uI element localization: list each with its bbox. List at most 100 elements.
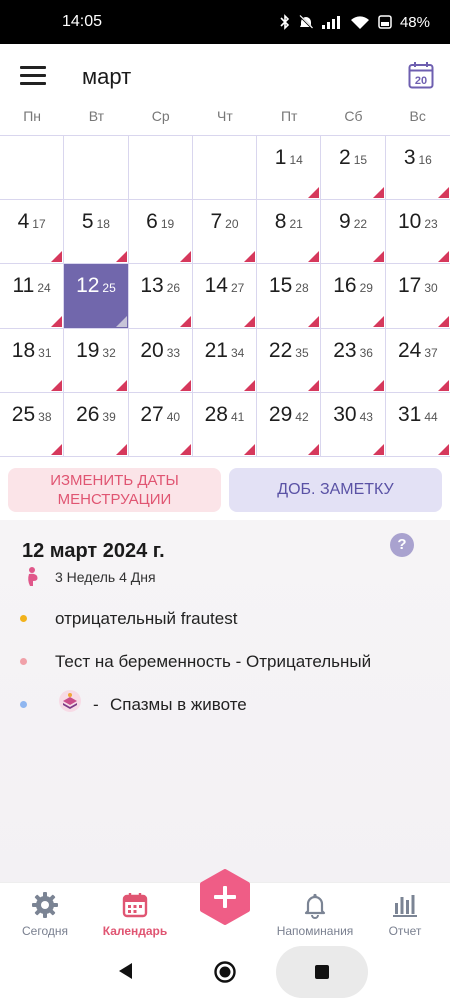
period-marker-icon (179, 379, 191, 391)
entry-dot (20, 701, 27, 708)
cycle-day-number: 37 (424, 345, 438, 360)
day-cell-14[interactable]: 14 27 (192, 264, 258, 329)
day-cell-17[interactable]: 17 30 (385, 264, 450, 329)
day-cell-22[interactable]: 22 35 (257, 328, 322, 393)
day-cell-30[interactable]: 30 43 (321, 392, 386, 457)
cycle-day-number: 36 (359, 345, 373, 360)
cycle-day-number: 22 (353, 217, 368, 232)
day-label: 12 25 (64, 274, 127, 298)
cramps-icon (59, 690, 81, 712)
empty-day-cell (192, 136, 258, 201)
add-note-button[interactable]: ДОБ. ЗАМЕТКУ (229, 468, 442, 512)
day-number: 10 (397, 210, 422, 234)
day-cell-29[interactable]: 29 42 (257, 392, 322, 457)
day-cell-11[interactable]: 11 24 (0, 264, 65, 329)
recent-apps-button[interactable] (276, 946, 368, 998)
day-cell-16[interactable]: 16 29 (321, 264, 386, 329)
pregnancy-test-entry[interactable]: Тест на беременность - Отрицательный (0, 650, 450, 674)
day-number: 26 (76, 402, 100, 426)
day-cell-9[interactable]: 9 22 (321, 200, 386, 265)
cycle-day-number: 29 (359, 281, 373, 296)
day-label: 18 31 (0, 339, 63, 363)
period-marker-icon (244, 315, 256, 327)
period-marker-icon (437, 315, 449, 327)
empty-day-cell (128, 136, 193, 201)
back-icon[interactable] (118, 962, 134, 980)
day-cell-19[interactable]: 19 32 (64, 328, 129, 393)
cycle-day-number: 17 (32, 217, 46, 232)
day-cell-18[interactable]: 18 31 (0, 328, 65, 393)
period-marker-icon (179, 251, 191, 263)
day-cell-25[interactable]: 25 38 (0, 392, 65, 457)
period-marker-icon (437, 379, 449, 391)
selected-date-title: 12 март 2024 г. (22, 540, 165, 562)
nav-report[interactable]: Отчет (360, 891, 450, 938)
nav-calendar[interactable]: Календарь (90, 891, 180, 938)
cycle-day-number: 40 (166, 409, 181, 424)
cycle-day-number: 14 (289, 153, 303, 167)
cycle-day-number: 32 (102, 345, 116, 360)
day-cell-4[interactable]: 4 17 (0, 200, 65, 265)
day-cell-13[interactable]: 13 26 (128, 264, 193, 329)
day-cell-10[interactable]: 10 23 (385, 200, 450, 265)
weekday-label: Вт (88, 108, 105, 124)
period-marker-icon (372, 315, 384, 327)
period-marker-icon (308, 443, 320, 455)
day-cell-1[interactable]: 1 14 (257, 136, 322, 201)
period-marker-icon (308, 187, 320, 199)
day-cell-21[interactable]: 21 34 (192, 328, 258, 393)
today-calendar-icon[interactable]: 20 (408, 61, 434, 89)
period-marker-icon (308, 379, 320, 391)
day-cell-3[interactable]: 3 16 (385, 136, 450, 201)
day-cell-2[interactable]: 2 15 (321, 136, 386, 201)
day-cell-8[interactable]: 8 21 (257, 200, 322, 265)
day-number: 17 (397, 274, 422, 298)
period-marker-icon (115, 443, 127, 455)
menu-icon[interactable] (20, 66, 46, 86)
day-cell-20[interactable]: 20 33 (128, 328, 193, 393)
period-marker-icon (372, 443, 384, 455)
day-number: 30 (333, 402, 357, 426)
help-icon[interactable]: ? (390, 533, 414, 557)
edit-period-dates-button[interactable]: ИЗМЕНИТЬ ДАТЫ МЕНСТРУАЦИИ (8, 468, 221, 512)
day-label: 29 42 (257, 403, 320, 427)
day-cell-24[interactable]: 24 37 (385, 328, 450, 393)
day-label: 10 23 (386, 210, 450, 234)
cycle-day-number: 19 (160, 217, 175, 232)
cycle-day-number: 38 (38, 409, 52, 424)
nav-today[interactable]: Сегодня (0, 891, 90, 938)
day-label: 4 17 (0, 210, 63, 234)
nav-today-label: Сегодня (22, 924, 68, 938)
day-cell-6[interactable]: 6 19 (128, 200, 193, 265)
day-number: 18 (11, 338, 36, 362)
wifi-icon (350, 15, 369, 29)
pregnancy-icon (28, 567, 38, 586)
entry-dot (20, 615, 27, 622)
recents-icon (315, 965, 329, 979)
day-cell-27[interactable]: 27 40 (128, 392, 193, 457)
day-number: 31 (397, 402, 422, 426)
cycle-day-number: 44 (424, 409, 438, 424)
note-entry[interactable]: отрицательный fraut​est (0, 607, 450, 631)
home-icon[interactable] (213, 960, 237, 984)
cycle-day-number: 39 (102, 409, 116, 424)
day-cell-28[interactable]: 28 41 (192, 392, 258, 457)
day-cell-15[interactable]: 15 28 (257, 264, 322, 329)
month-title[interactable]: март (82, 64, 131, 90)
add-entry-fab[interactable] (199, 869, 251, 925)
day-cell-12[interactable]: 12 25 (64, 264, 129, 329)
cycle-day-number: 21 (289, 217, 303, 232)
period-marker-icon (179, 315, 191, 327)
period-marker-icon (308, 251, 320, 263)
cycle-day-number: 20 (225, 217, 239, 232)
nav-reminders[interactable]: Напоминания (270, 891, 360, 938)
bluetooth-icon (280, 14, 290, 30)
symptom-entry[interactable]: - Спазмы в животе (0, 690, 450, 717)
day-cell-31[interactable]: 31 44 (385, 392, 450, 457)
day-cell-5[interactable]: 5 18 (64, 200, 129, 265)
day-cell-26[interactable]: 26 39 (64, 392, 129, 457)
app-bar: март 20 (0, 44, 450, 106)
day-cell-23[interactable]: 23 36 (321, 328, 386, 393)
day-label: 25 38 (0, 403, 63, 427)
day-cell-7[interactable]: 7 20 (192, 200, 258, 265)
